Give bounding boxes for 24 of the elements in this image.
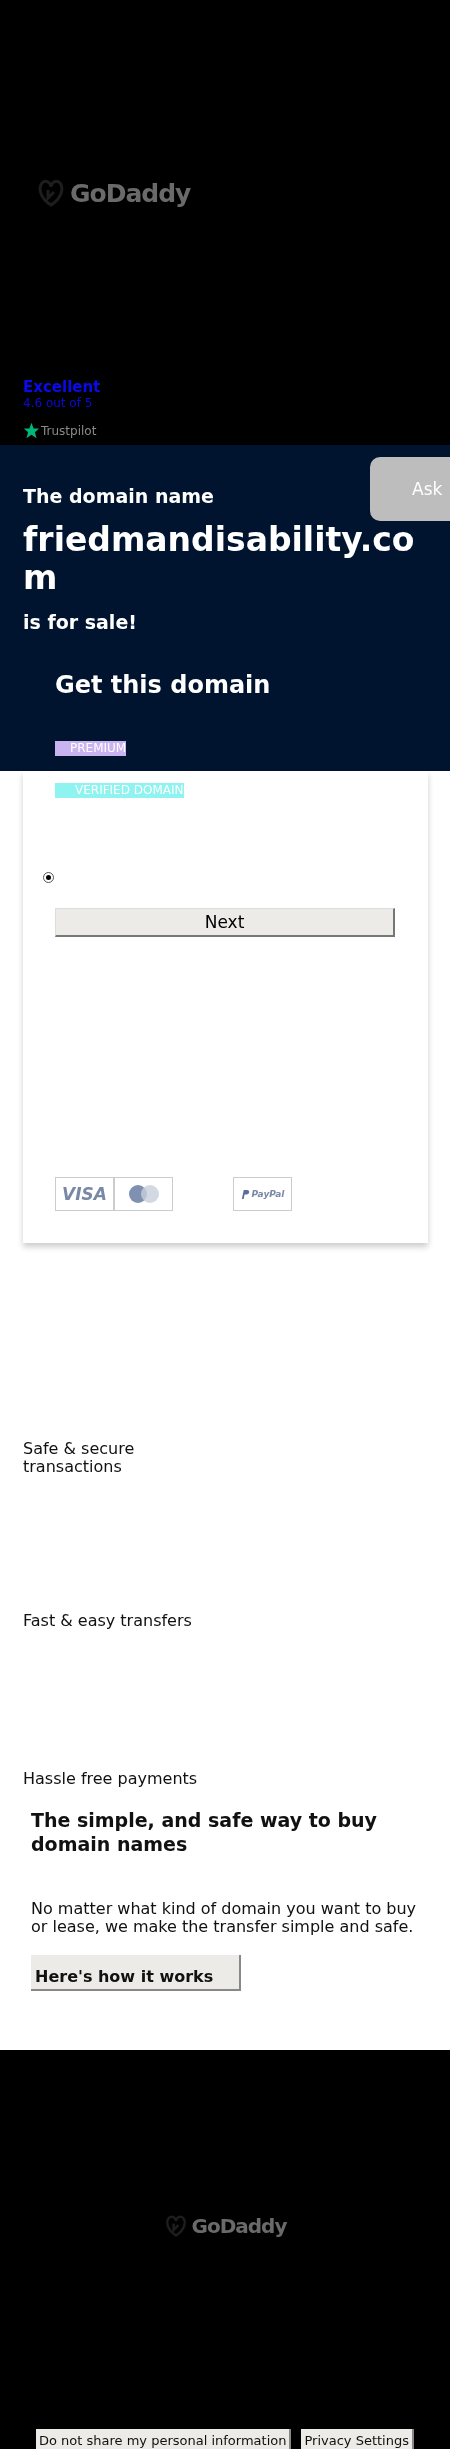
how-it-works-button[interactable]: Here's how it works [31, 1955, 241, 1991]
domain-name: friedmandisability.com [23, 521, 416, 597]
feature-label: Safe & secure transactions [23, 1440, 136, 1476]
paypal-logo: PayPal [233, 1177, 292, 1211]
rating-score: 4.6 out of 5 [23, 396, 94, 410]
visa-logo: VISA [55, 1177, 114, 1211]
privacy-button[interactable]: Privacy Settings [301, 2429, 414, 2449]
info-heading: The simple, and safe way to buy domain names [31, 1808, 378, 1856]
star-icon [23, 422, 40, 439]
trustpilot-label: Trustpilot [41, 423, 97, 438]
verified-badge: VERIFIED DOMAIN [55, 783, 184, 798]
hero-intro: The domain name [23, 485, 214, 507]
mastercard-icon [114, 1177, 173, 1211]
godaddy-logo: GoDaddy [36, 178, 191, 208]
feature-label: Hassle free payments [23, 1770, 199, 1788]
info-text: No matter what kind of domain you want to buy or lease, we make the transfer simple and safe. [31, 1900, 418, 1936]
card-title: Get this domain [55, 671, 272, 699]
godaddy-logo: GoDaddy [163, 2214, 287, 2238]
premium-badge: PREMIUM [55, 741, 127, 756]
next-button[interactable]: Next [55, 908, 395, 937]
rating-label: Excellent [23, 378, 101, 396]
feature-label: Fast & easy transfers [23, 1612, 193, 1630]
privacy-button[interactable]: Do not share my personal information [36, 2429, 292, 2449]
hero-outro: is for sale! [23, 611, 137, 633]
